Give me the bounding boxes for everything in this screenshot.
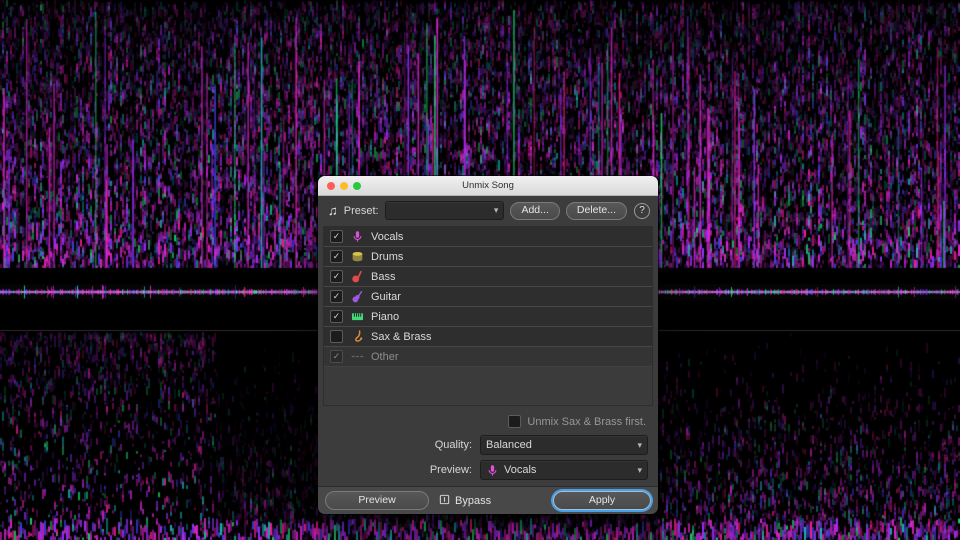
microphone-icon xyxy=(350,230,364,244)
zoom-button[interactable] xyxy=(353,181,361,190)
stem-label: Drums xyxy=(371,250,404,263)
unmix-first-checkbox[interactable] xyxy=(508,415,522,428)
stem-list: ✓ Vocals ✓ Drums ✓ Bass ✓ Guitar ✓ Piano… xyxy=(323,226,653,406)
stem-row[interactable]: ✓ Other xyxy=(324,347,652,367)
stem-row[interactable]: ✓ Drums xyxy=(324,247,652,267)
stem-row[interactable]: ✓ Piano xyxy=(324,307,652,327)
bypass-label: Bypass xyxy=(455,494,492,507)
stem-checkbox[interactable]: ✓ xyxy=(330,290,343,303)
unmix-first-row: Unmix Sax & Brass first. xyxy=(318,406,658,430)
dialog-title: Unmix Song xyxy=(462,180,514,191)
bypass-icon xyxy=(439,494,450,508)
minimize-button[interactable] xyxy=(340,181,348,190)
stem-checkbox[interactable]: ✓ xyxy=(330,230,343,243)
preset-label: Preset: xyxy=(343,204,379,217)
stem-checkbox[interactable]: ✓ xyxy=(330,250,343,263)
stem-label: Guitar xyxy=(371,290,401,303)
stem-label: Piano xyxy=(371,310,400,323)
preview-row: Preview: Vocals ▾ xyxy=(318,455,658,480)
chevron-down-icon: ▾ xyxy=(637,439,642,450)
saxophone-icon xyxy=(350,330,364,344)
quality-row: Quality: Balanced ▾ xyxy=(318,430,658,455)
preset-delete-button[interactable]: Delete... xyxy=(565,201,627,220)
preview-label: Preview: xyxy=(429,464,472,476)
stem-row[interactable]: ✓ Guitar xyxy=(324,287,652,307)
unmix-first-label: Unmix Sax & Brass first. xyxy=(527,415,646,428)
chevron-down-icon: ▾ xyxy=(493,205,499,215)
preset-add-button[interactable]: Add... xyxy=(510,201,560,220)
bass-icon xyxy=(350,270,364,284)
stem-label: Bass xyxy=(371,270,396,283)
preset-row: ♫ Preset: ▾ Add... Delete... ? xyxy=(318,196,658,224)
help-icon[interactable]: ? xyxy=(634,202,650,219)
quality-value: Balanced xyxy=(486,439,532,451)
stem-row[interactable]: ✓ Bass xyxy=(324,267,652,287)
close-button[interactable] xyxy=(327,181,335,190)
unmix-song-dialog: Unmix Song ♫ Preset: ▾ Add... Delete... … xyxy=(318,176,658,514)
dialog-footer: Preview Bypass Apply xyxy=(318,486,658,514)
stem-row[interactable]: Sax & Brass xyxy=(324,327,652,347)
bypass-toggle[interactable]: Bypass xyxy=(439,494,491,508)
stem-checkbox[interactable]: ✓ xyxy=(330,270,343,283)
music-note-icon: ♫ xyxy=(328,203,338,218)
preview-button[interactable]: Preview xyxy=(325,491,429,510)
stem-row[interactable]: ✓ Vocals xyxy=(324,227,652,247)
preview-select[interactable]: Vocals ▾ xyxy=(480,460,648,480)
stem-label: Sax & Brass xyxy=(371,330,432,343)
drum-icon xyxy=(350,250,364,264)
preview-value: Vocals xyxy=(504,464,537,476)
preset-select[interactable]: ▾ xyxy=(384,201,505,220)
stem-checkbox[interactable] xyxy=(330,330,343,343)
apply-button[interactable]: Apply xyxy=(553,491,651,510)
stem-label: Other xyxy=(371,350,399,363)
microphone-icon xyxy=(486,464,499,477)
quality-select[interactable]: Balanced ▾ xyxy=(480,435,648,455)
waves-icon xyxy=(350,350,364,364)
quality-label: Quality: xyxy=(434,439,472,451)
dialog-titlebar[interactable]: Unmix Song xyxy=(318,176,658,196)
stem-checkbox[interactable]: ✓ xyxy=(330,310,343,323)
stem-label: Vocals xyxy=(371,230,404,243)
stem-checkbox[interactable]: ✓ xyxy=(330,350,343,363)
guitar-icon xyxy=(350,290,364,304)
piano-icon xyxy=(350,310,364,324)
chevron-down-icon: ▾ xyxy=(637,464,642,475)
